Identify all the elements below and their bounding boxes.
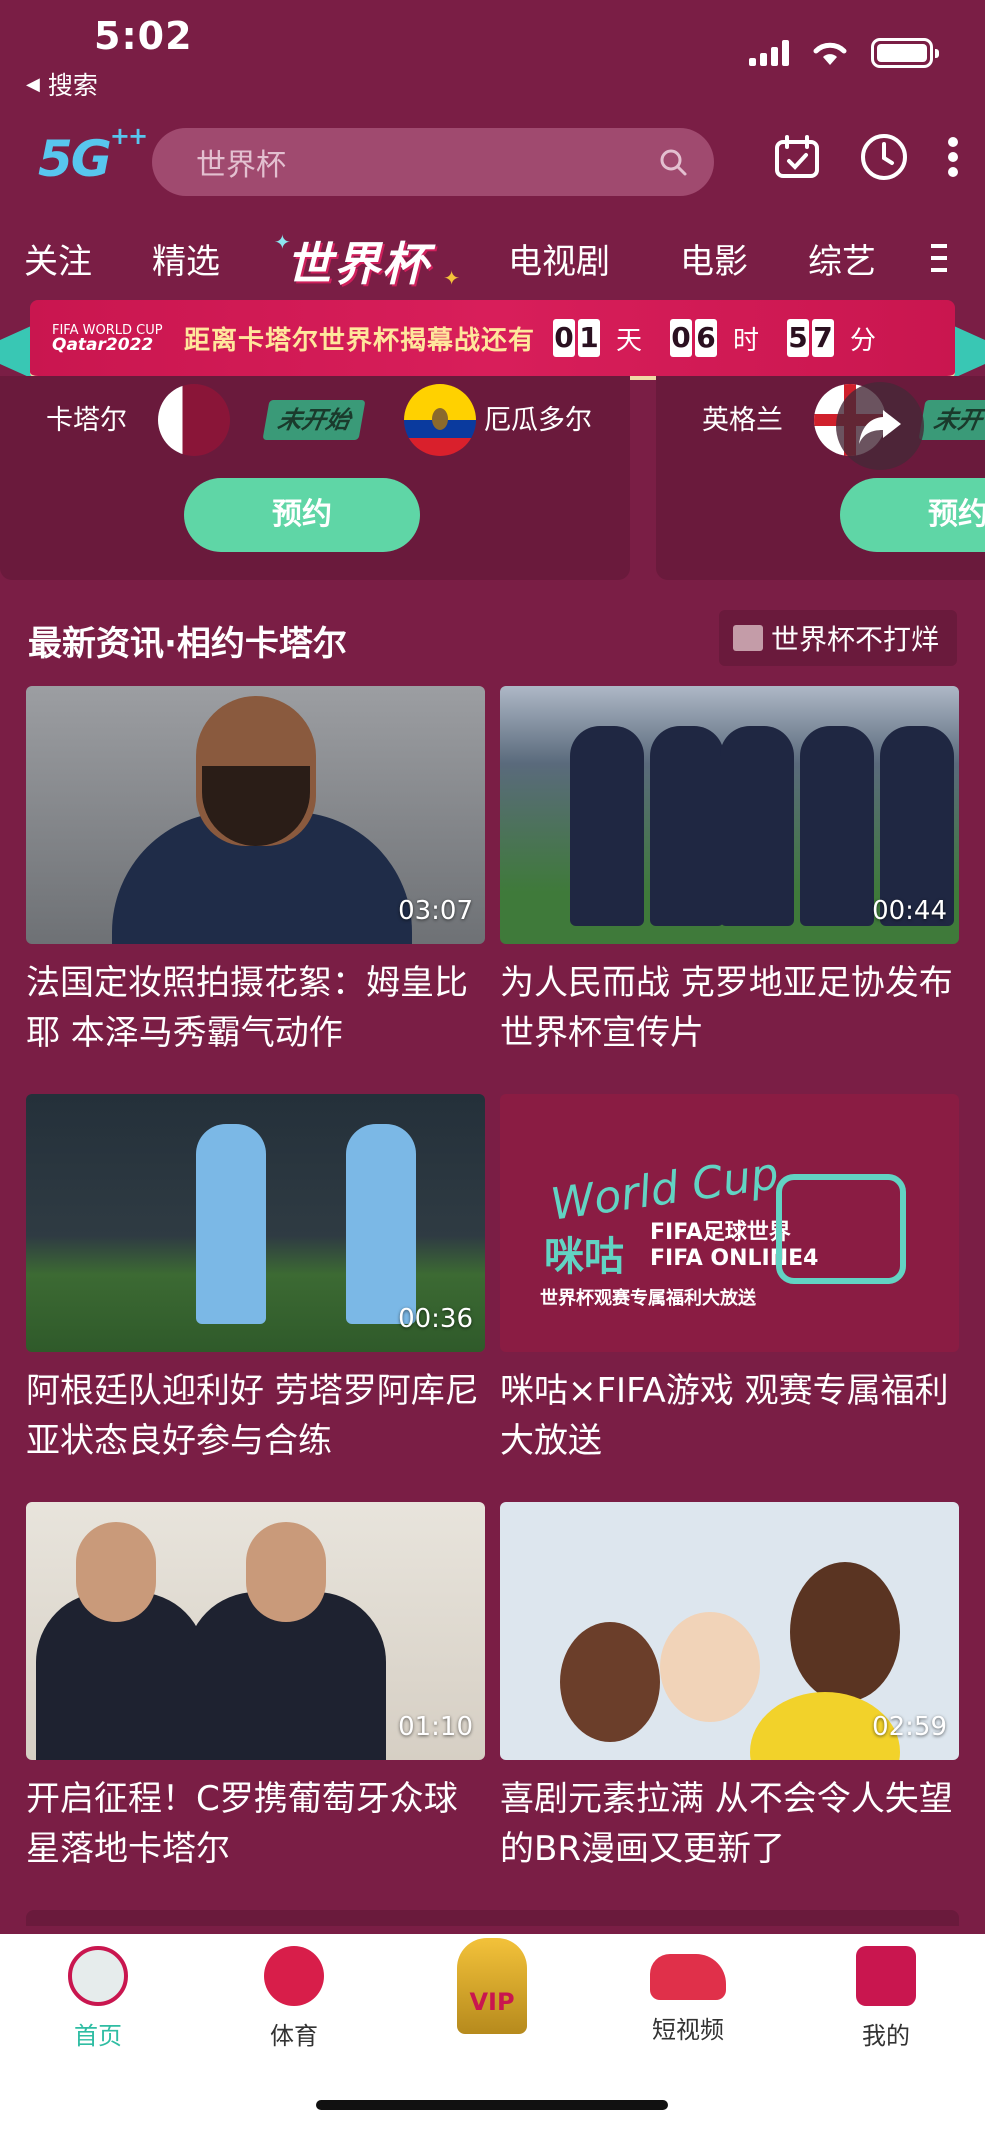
app-header: 5G++ 世界杯 <box>0 120 985 204</box>
countdown-hours: 06 <box>670 319 718 357</box>
match-card[interactable]: 卡塔尔 未开始 厄瓜多尔 预约 <box>0 376 630 580</box>
jersey-icon <box>856 1946 916 2006</box>
search-placeholder: 世界杯 <box>196 148 286 183</box>
home-mascot-icon <box>68 1946 128 2006</box>
countdown-days: 01 <box>553 319 601 357</box>
back-triangle-icon: ◀ <box>26 73 40 95</box>
video-title[interactable]: 开启征程！C罗携葡萄牙众球星落地卡塔尔 <box>26 1774 485 1874</box>
video-duration: 00:44 <box>872 896 947 926</box>
boot-icon <box>650 1954 726 2000</box>
back-label: 搜索 <box>47 71 98 100</box>
video-thumbnail[interactable]: 02:59 <box>500 1502 959 1760</box>
countdown-text: 距离卡塔尔世界杯揭幕战还有 <box>184 325 536 356</box>
video-duration: 02:59 <box>872 1712 947 1742</box>
trophy-vip-icon <box>457 1938 527 2034</box>
tab-sports[interactable]: 体育 <box>224 1946 364 2051</box>
video-thumbnail[interactable]: 01:10 <box>26 1502 485 1760</box>
search-icon[interactable] <box>658 147 688 177</box>
history-clock-icon[interactable] <box>859 132 909 182</box>
status-time: 5:02 <box>94 14 193 58</box>
schedule-calendar-icon[interactable] <box>773 134 821 180</box>
countdown-minutes: 57 <box>787 319 835 357</box>
video-card[interactable]: 01:10 开启征程！C罗携葡萄牙众球星落地卡塔尔 <box>26 1502 485 1874</box>
channel-menu-icon[interactable] <box>931 244 955 280</box>
reserve-button[interactable]: 预约 <box>184 478 420 552</box>
tab-featured[interactable]: 精选 <box>152 234 220 283</box>
home-indicator <box>316 2100 668 2110</box>
match-carousel[interactable]: 卡塔尔 未开始 厄瓜多尔 预约 英格兰 未开 预约 <box>0 376 985 582</box>
tab-profile[interactable]: 我的 <box>816 1946 956 2051</box>
header-actions <box>773 132 959 182</box>
wifi-icon <box>813 42 847 65</box>
tab-short-video[interactable]: 短视频 <box>618 1946 758 2045</box>
battery-icon <box>871 38 939 68</box>
match-status-badge: 未开 <box>918 400 985 440</box>
away-team-name: 厄瓜多尔 <box>484 405 592 436</box>
video-title[interactable]: 咪咕×FIFA游戏 观赛专属福利大放送 <box>500 1366 959 1466</box>
stadium-icon <box>776 1174 906 1284</box>
fifa-world-cup-logo: FIFA WORLD CUP Qatar2022 <box>52 323 163 355</box>
section-title: 最新资讯·相约卡塔尔 <box>28 624 347 664</box>
video-duration: 01:10 <box>398 1712 473 1742</box>
video-thumbnail[interactable]: World Cup 咪咕 FIFA足球世界 FIFA ONLINE4 世界杯观赛专… <box>500 1094 959 1352</box>
football-icon <box>264 1946 324 2006</box>
share-button[interactable] <box>836 382 924 470</box>
video-duration: 00:36 <box>398 1304 473 1334</box>
app-logo[interactable]: 5G++ <box>38 122 148 188</box>
video-duration: 03:07 <box>398 896 473 926</box>
match-status-badge: 未开始 <box>262 400 366 440</box>
countdown-banner[interactable]: FIFA WORLD CUP Qatar2022 距离卡塔尔世界杯揭幕战还有 0… <box>0 300 985 388</box>
video-title[interactable]: 喜剧元素拉满 从不会令人失望的BR漫画又更新了 <box>500 1774 959 1874</box>
home-team-name: 卡塔尔 <box>46 405 127 436</box>
sparkle-icon: ✦ <box>443 266 460 290</box>
tag-thumbnail-icon <box>732 625 763 651</box>
video-thumbnail[interactable]: 00:44 <box>500 686 959 944</box>
tab-variety[interactable]: 综艺 <box>808 234 876 283</box>
tab-world-cup[interactable]: ✦ 世界杯 ✦ <box>274 220 460 291</box>
reserve-button[interactable]: 预约 <box>840 478 985 552</box>
section-tag-button[interactable]: 世界杯不打烊 <box>718 610 957 666</box>
video-thumbnail[interactable]: 03:07 <box>26 686 485 944</box>
video-title[interactable]: 法国定妆照拍摄花絮：姆皇比耶 本泽马秀霸气动作 <box>26 958 485 1058</box>
tab-vip[interactable]: VIP <box>422 1938 562 2034</box>
status-icons <box>749 38 939 68</box>
video-thumbnail[interactable]: 00:36 <box>26 1094 485 1352</box>
tab-home[interactable]: 首页 <box>28 1946 168 2051</box>
qatar-flag-icon <box>158 384 230 456</box>
next-card-edge <box>26 1910 959 1926</box>
video-title[interactable]: 为人民而战 克罗地亚足协发布世界杯宣传片 <box>500 958 959 1058</box>
video-card[interactable]: 00:44 为人民而战 克罗地亚足协发布世界杯宣传片 <box>500 686 959 1058</box>
video-card[interactable]: 02:59 喜剧元素拉满 从不会令人失望的BR漫画又更新了 <box>500 1502 959 1874</box>
match-card[interactable]: 英格兰 未开 预约 <box>656 376 985 580</box>
home-team-name: 英格兰 <box>702 405 783 436</box>
countdown-band: FIFA WORLD CUP Qatar2022 距离卡塔尔世界杯揭幕战还有 0… <box>30 300 955 380</box>
tab-tv-series[interactable]: 电视剧 <box>508 234 610 283</box>
video-title[interactable]: 阿根廷队迎利好 劳塔罗阿库尼亚状态良好参与合练 <box>26 1366 485 1466</box>
more-vertical-icon[interactable] <box>947 136 959 178</box>
search-input[interactable]: 世界杯 <box>152 128 714 196</box>
ecuador-flag-icon <box>404 384 476 456</box>
cellular-signal-icon <box>749 40 789 66</box>
channel-tabs: 关注 精选 ✦ 世界杯 ✦ 电视剧 电影 综艺 <box>0 220 985 300</box>
tab-movies[interactable]: 电影 <box>680 234 748 283</box>
video-card[interactable]: World Cup 咪咕 FIFA足球世界 FIFA ONLINE4 世界杯观赛专… <box>500 1094 959 1466</box>
video-card[interactable]: 00:36 阿根廷队迎利好 劳塔罗阿库尼亚状态良好参与合练 <box>26 1094 485 1466</box>
video-card[interactable]: 03:07 法国定妆照拍摄花絮：姆皇比耶 本泽马秀霸气动作 <box>26 686 485 1058</box>
tab-follow[interactable]: 关注 <box>24 234 92 283</box>
share-arrow-icon <box>859 410 901 444</box>
status-bar: 5:02 ◀ 搜索 <box>0 0 985 110</box>
back-to-search-link[interactable]: ◀ 搜索 <box>26 66 98 102</box>
